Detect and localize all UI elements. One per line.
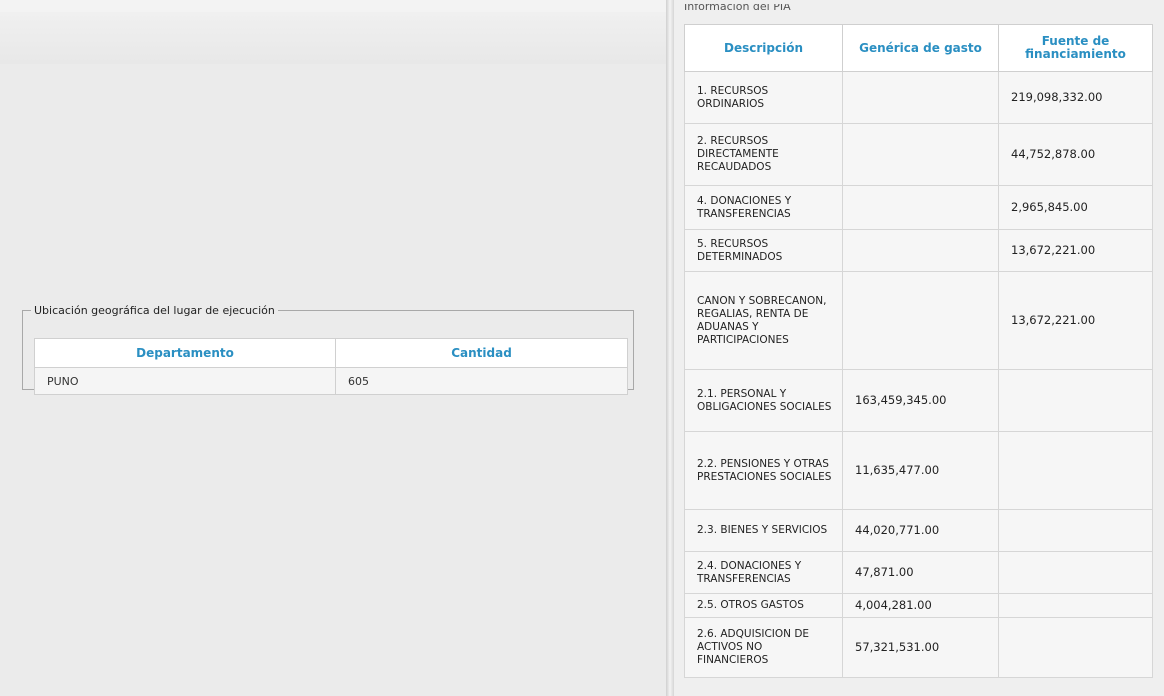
pia-header-row: Descripción Genérica de gasto Fuente de … bbox=[684, 24, 1153, 72]
table-row: 2.5. OTROS GASTOS 4,004,281.00 bbox=[684, 593, 1153, 618]
geo-location-legend: Ubicación geográfica del lugar de ejecuc… bbox=[34, 304, 275, 317]
pia-cell-fuente bbox=[998, 369, 1153, 432]
top-strip-band bbox=[0, 12, 666, 64]
pia-cell-generica: 163,459,345.00 bbox=[842, 369, 999, 432]
table-row: 2.4. DONACIONES Y TRANSFERENCIAS 47,871.… bbox=[684, 551, 1153, 594]
pia-cell-descripcion: CANON Y SOBRECANON, REGALIAS, RENTA DE A… bbox=[684, 271, 843, 370]
pia-table: Descripción Genérica de gasto Fuente de … bbox=[684, 24, 1153, 678]
pia-legend: Información del PIA bbox=[684, 4, 791, 13]
pia-cell-fuente bbox=[998, 551, 1153, 594]
pia-cell-descripcion: 2.5. OTROS GASTOS bbox=[684, 593, 843, 618]
geo-header-row: Departamento Cantidad bbox=[34, 338, 628, 368]
pia-cell-descripcion: 2.3. BIENES Y SERVICIOS bbox=[684, 509, 843, 552]
table-row: 4. DONACIONES Y TRANSFERENCIAS 2,965,845… bbox=[684, 185, 1153, 230]
table-row: 2.1. PERSONAL Y OBLIGACIONES SOCIALES 16… bbox=[684, 369, 1153, 432]
pia-cell-fuente bbox=[998, 431, 1153, 510]
pia-header-generica[interactable]: Genérica de gasto bbox=[842, 24, 999, 72]
geo-header-cantidad[interactable]: Cantidad bbox=[335, 338, 628, 368]
pia-cell-fuente: 13,672,221.00 bbox=[998, 271, 1153, 370]
geo-cell-cantidad: 605 bbox=[335, 367, 628, 395]
panel-splitter[interactable] bbox=[666, 0, 674, 696]
pia-cell-fuente: 219,098,332.00 bbox=[998, 71, 1153, 124]
pia-cell-descripcion: 2.2. PENSIONES Y OTRAS PRESTACIONES SOCI… bbox=[684, 431, 843, 510]
pia-cell-descripcion: 2.1. PERSONAL Y OBLIGACIONES SOCIALES bbox=[684, 369, 843, 432]
pia-cell-generica bbox=[842, 229, 999, 272]
table-row: 2.6. ADQUISICION DE ACTIVOS NO FINANCIER… bbox=[684, 617, 1153, 678]
geo-cell-departamento: PUNO bbox=[34, 367, 336, 395]
table-row: 1. RECURSOS ORDINARIOS 219,098,332.00 bbox=[684, 71, 1153, 124]
pia-cell-fuente bbox=[998, 593, 1153, 618]
pia-cell-generica: 57,321,531.00 bbox=[842, 617, 999, 678]
pia-cell-descripcion: 2. RECURSOS DIRECTAMENTE RECAUDADOS bbox=[684, 123, 843, 186]
pia-cell-descripcion: 2.6. ADQUISICION DE ACTIVOS NO FINANCIER… bbox=[684, 617, 843, 678]
pia-cell-generica: 47,871.00 bbox=[842, 551, 999, 594]
pia-cell-generica bbox=[842, 123, 999, 186]
table-row: 2. RECURSOS DIRECTAMENTE RECAUDADOS 44,7… bbox=[684, 123, 1153, 186]
pia-cell-generica: 11,635,477.00 bbox=[842, 431, 999, 510]
pia-cell-descripcion: 4. DONACIONES Y TRANSFERENCIAS bbox=[684, 185, 843, 230]
pia-cell-descripcion: 2.4. DONACIONES Y TRANSFERENCIAS bbox=[684, 551, 843, 594]
pia-header-descripcion[interactable]: Descripción bbox=[684, 24, 843, 72]
table-row: 2.2. PENSIONES Y OTRAS PRESTACIONES SOCI… bbox=[684, 431, 1153, 510]
pia-cell-fuente: 13,672,221.00 bbox=[998, 229, 1153, 272]
pia-cell-generica: 4,004,281.00 bbox=[842, 593, 999, 618]
pia-cell-descripcion: 5. RECURSOS DETERMINADOS bbox=[684, 229, 843, 272]
table-row: PUNO 605 bbox=[34, 367, 628, 395]
pia-cell-generica bbox=[842, 71, 999, 124]
pia-cell-fuente: 44,752,878.00 bbox=[998, 123, 1153, 186]
pia-cell-fuente bbox=[998, 617, 1153, 678]
page: Ubicación geográfica del lugar de ejecuc… bbox=[0, 0, 1164, 696]
pia-cell-generica bbox=[842, 185, 999, 230]
pia-cell-fuente: 2,965,845.00 bbox=[998, 185, 1153, 230]
pia-cell-generica: 44,020,771.00 bbox=[842, 509, 999, 552]
table-row: 5. RECURSOS DETERMINADOS 13,672,221.00 bbox=[684, 229, 1153, 272]
pia-cell-generica bbox=[842, 271, 999, 370]
geo-header-departamento[interactable]: Departamento bbox=[34, 338, 336, 368]
pia-cell-descripcion: 1. RECURSOS ORDINARIOS bbox=[684, 71, 843, 124]
pia-header-fuente[interactable]: Fuente de financiamiento bbox=[998, 24, 1153, 72]
geo-location-table: Departamento Cantidad PUNO 605 bbox=[34, 338, 628, 395]
geo-location-fieldset: Ubicación geográfica del lugar de ejecuc… bbox=[22, 304, 634, 395]
table-row: 2.3. BIENES Y SERVICIOS 44,020,771.00 bbox=[684, 509, 1153, 552]
pia-cell-fuente bbox=[998, 509, 1153, 552]
top-strip bbox=[0, 0, 666, 64]
table-row: CANON Y SOBRECANON, REGALIAS, RENTA DE A… bbox=[684, 271, 1153, 370]
